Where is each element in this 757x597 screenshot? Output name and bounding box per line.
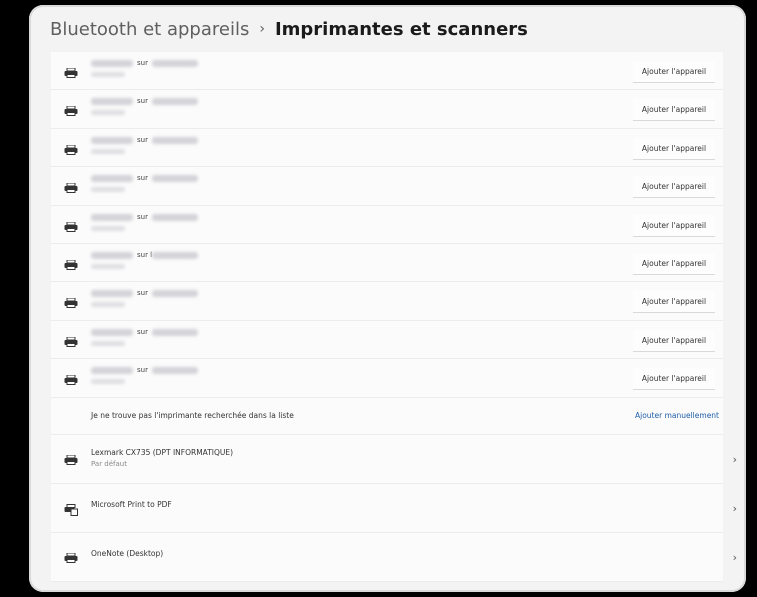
chevron-right-icon: › bbox=[732, 501, 737, 515]
installed-printer-row[interactable]: Microsoft Print to PDF › bbox=[51, 484, 737, 533]
add-device-button[interactable]: Ajouter l'appareil bbox=[633, 368, 715, 391]
installed-printer-row[interactable]: Lexmark CX735 (DPT INFORMATIQUE) Par défa… bbox=[51, 435, 737, 484]
settings-window: Bluetooth et appareils › Imprimantes et … bbox=[29, 5, 746, 592]
redacted-host-name bbox=[152, 136, 198, 144]
redacted-printer-name bbox=[91, 367, 133, 375]
printer-connector-text: sur bbox=[137, 289, 148, 298]
discovered-printer-row: sur Ajouter l'appareil bbox=[51, 129, 723, 168]
printer-icon bbox=[64, 144, 78, 155]
redacted-printer-name bbox=[91, 60, 133, 67]
printer-icon bbox=[64, 336, 78, 347]
printer-icon bbox=[64, 183, 78, 194]
redacted-printer-name bbox=[91, 175, 133, 183]
installed-printer-name: Lexmark CX735 (DPT INFORMATIQUE) bbox=[91, 447, 234, 457]
installed-printer-name: OneNote (Desktop) bbox=[91, 548, 164, 558]
redacted-host-name bbox=[152, 175, 198, 183]
redacted-printer-name bbox=[91, 251, 133, 259]
add-device-button[interactable]: Ajouter l'appareil bbox=[633, 214, 715, 237]
redacted-printer-name bbox=[91, 136, 133, 144]
discovered-printer-row: sur Ajouter l'appareil bbox=[51, 359, 723, 398]
discovered-printer-row: sur Ajouter l'appareil bbox=[51, 321, 723, 360]
discovered-printer-row: sur l Ajouter l'appareil bbox=[51, 244, 723, 283]
discovered-printer-row: sur Ajouter l'appareil bbox=[51, 52, 723, 91]
chevron-right-icon: › bbox=[732, 452, 737, 466]
redacted-printer-detail bbox=[91, 340, 125, 346]
printer-icon bbox=[64, 552, 78, 563]
redacted-printer-detail bbox=[91, 225, 125, 231]
printer-icon bbox=[64, 221, 78, 232]
breadcrumb-separator-icon: › bbox=[259, 21, 265, 37]
redacted-host-name bbox=[152, 98, 198, 106]
redacted-printer-detail bbox=[91, 110, 125, 116]
printer-icon bbox=[64, 106, 78, 117]
redacted-printer-detail bbox=[91, 302, 125, 308]
redacted-host-name bbox=[152, 60, 198, 67]
redacted-host-name bbox=[152, 290, 198, 298]
discovered-printer-row: sur Ajouter l'appareil bbox=[51, 206, 723, 244]
printer-icon bbox=[64, 454, 78, 465]
add-manually-link[interactable]: Ajouter manuellement bbox=[635, 411, 719, 420]
redacted-printer-detail bbox=[91, 72, 125, 77]
printer-connector-text: sur l bbox=[137, 250, 153, 259]
redacted-host-name bbox=[152, 367, 198, 375]
redacted-host-name bbox=[152, 213, 198, 221]
add-device-button[interactable]: Ajouter l'appareil bbox=[633, 137, 715, 160]
redacted-printer-name bbox=[91, 328, 133, 336]
page-title: Imprimantes et scanners bbox=[274, 19, 528, 40]
discovered-printer-row: sur Ajouter l'appareil bbox=[51, 90, 723, 129]
discovered-printer-row: sur Ajouter l'appareil bbox=[51, 282, 723, 321]
add-device-button[interactable]: Ajouter l'appareil bbox=[633, 329, 715, 352]
printer-icon bbox=[64, 68, 78, 78]
printer-connector-text: sur bbox=[137, 366, 148, 375]
printer-connector-text: sur bbox=[137, 97, 148, 106]
redacted-printer-name bbox=[91, 213, 133, 221]
printer-connector-text: sur bbox=[137, 174, 148, 183]
printer-connector-text: sur bbox=[137, 327, 148, 336]
breadcrumb: Bluetooth et appareils › Imprimantes et … bbox=[50, 19, 528, 40]
manual-add-text: Je ne trouve pas l'imprimante recherchée… bbox=[91, 410, 294, 420]
printer-icon bbox=[64, 298, 78, 309]
add-device-button[interactable]: Ajouter l'appareil bbox=[633, 61, 715, 83]
redacted-printer-detail bbox=[91, 263, 125, 269]
add-device-button[interactable]: Ajouter l'appareil bbox=[633, 291, 715, 314]
redacted-host-name bbox=[152, 328, 198, 336]
discovered-printers-list: sur Ajouter l'appareil sur Ajouter l'appare… bbox=[51, 52, 723, 398]
redacted-host-name bbox=[152, 251, 198, 259]
pdf-printer-icon bbox=[64, 503, 78, 516]
redacted-printer-detail bbox=[91, 379, 125, 385]
redacted-printer-name bbox=[91, 98, 133, 106]
manual-add-row: Je ne trouve pas l'imprimante recherchée… bbox=[51, 398, 723, 435]
installed-printers-list: Lexmark CX735 (DPT INFORMATIQUE) Par défa… bbox=[51, 435, 737, 582]
installed-printer-row[interactable]: OneNote (Desktop) › bbox=[51, 533, 737, 582]
printers-list: sur Ajouter l'appareil sur Ajouter l'appare… bbox=[51, 52, 737, 582]
printer-connector-text: sur bbox=[137, 59, 148, 67]
add-device-button[interactable]: Ajouter l'appareil bbox=[633, 252, 715, 275]
printer-connector-text: sur bbox=[137, 135, 148, 144]
redacted-printer-detail bbox=[91, 187, 125, 193]
printer-icon bbox=[64, 375, 78, 386]
printer-icon bbox=[64, 259, 78, 270]
discovered-printer-row: sur Ajouter l'appareil bbox=[51, 167, 723, 206]
installed-printer-subtitle: Par défaut bbox=[91, 459, 127, 468]
add-device-button[interactable]: Ajouter l'appareil bbox=[633, 176, 715, 199]
printer-connector-text: sur bbox=[137, 212, 148, 221]
redacted-printer-detail bbox=[91, 148, 125, 154]
chevron-right-icon: › bbox=[732, 550, 737, 564]
redacted-printer-name bbox=[91, 290, 133, 298]
breadcrumb-parent-link[interactable]: Bluetooth et appareils bbox=[50, 19, 249, 40]
add-device-button[interactable]: Ajouter l'appareil bbox=[633, 99, 715, 122]
installed-printer-name: Microsoft Print to PDF bbox=[91, 499, 172, 509]
